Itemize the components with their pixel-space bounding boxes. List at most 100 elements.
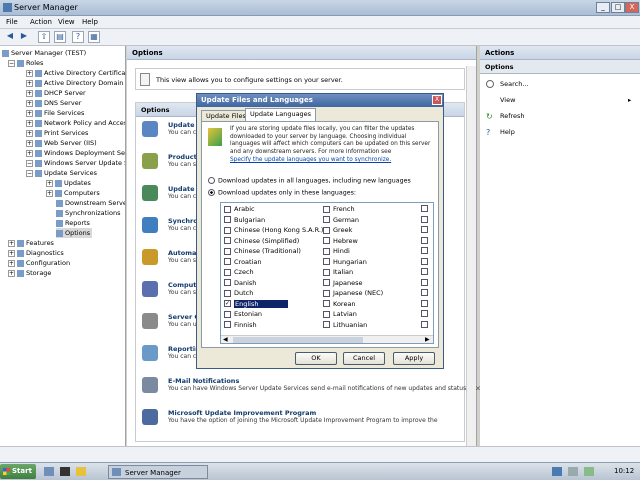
menu-file[interactable]: File	[6, 18, 18, 26]
menu-view[interactable]: View	[58, 18, 75, 26]
tree-role-item[interactable]: + Active Directory Domain Se	[26, 78, 125, 88]
tree-update-services[interactable]: − Update Services	[26, 168, 97, 178]
language-checkbox[interactable]	[421, 257, 428, 265]
language-checkbox[interactable]	[323, 226, 330, 234]
language-checkbox[interactable]	[421, 205, 428, 212]
properties-icon[interactable]: ▦	[88, 31, 100, 43]
language-item[interactable]: Japanese	[323, 278, 363, 288]
expand-icon[interactable]: +	[26, 89, 33, 97]
language-checkbox[interactable]	[323, 268, 330, 276]
tree-downstream[interactable]: Downstream Servers	[56, 198, 125, 208]
language-checkbox[interactable]	[421, 278, 428, 286]
language-item[interactable]: French	[323, 204, 355, 214]
expand-icon[interactable]: +	[26, 109, 33, 117]
show-tree-icon[interactable]: ▤	[54, 31, 66, 43]
action-view[interactable]: View	[500, 96, 515, 104]
language-checkbox[interactable]	[323, 279, 330, 286]
expand-icon[interactable]: +	[26, 79, 33, 87]
close-button[interactable]: X	[625, 2, 639, 13]
language-checkbox[interactable]	[224, 321, 231, 328]
cancel-button[interactable]: Cancel	[343, 352, 385, 365]
action-refresh[interactable]: Refresh	[500, 112, 525, 120]
tray-network-icon[interactable]	[552, 467, 562, 476]
forward-arrow-icon[interactable]: ▶	[18, 31, 30, 43]
language-checkbox[interactable]	[323, 310, 330, 318]
expand-icon[interactable]: +	[26, 69, 33, 77]
up-folder-icon[interactable]: ⇧	[38, 31, 50, 43]
language-checkbox[interactable]	[421, 247, 428, 254]
language-item[interactable]: Arabic	[224, 204, 255, 214]
expand-icon[interactable]: +	[26, 119, 33, 127]
tree-reports[interactable]: Reports	[56, 218, 90, 228]
tree-configuration[interactable]: + Configuration	[8, 258, 70, 268]
expand-icon[interactable]: +	[26, 129, 33, 137]
expand-icon[interactable]: +	[8, 259, 15, 267]
quicklaunch-console-icon[interactable]	[60, 467, 70, 476]
radio-only-languages[interactable]: Download updates only in these languages…	[208, 189, 356, 197]
language-checkbox[interactable]	[323, 321, 330, 328]
option-title[interactable]: Microsoft Update Improvement Program	[168, 409, 316, 417]
radio-only-languages-control[interactable]	[208, 189, 215, 196]
language-checkbox[interactable]	[224, 258, 231, 265]
scroll-left-icon[interactable]: ◀	[223, 336, 228, 343]
language-checkbox[interactable]	[323, 258, 330, 265]
language-item[interactable]: Korean	[323, 299, 356, 309]
language-checkbox[interactable]: ✓	[224, 300, 231, 307]
language-checkbox[interactable]	[323, 216, 330, 223]
language-checkbox[interactable]	[421, 215, 428, 223]
tree-role-item[interactable]: + File Services	[26, 108, 84, 118]
language-item[interactable]: Chinese (Simplified)	[224, 236, 299, 246]
tab-update-files[interactable]: Update Files	[201, 110, 251, 121]
language-checkbox[interactable]	[421, 310, 428, 317]
language-checkbox[interactable]	[224, 247, 231, 255]
language-checkbox[interactable]	[421, 299, 428, 307]
maximize-button[interactable]: □	[611, 2, 625, 13]
expand-icon[interactable]: +	[8, 269, 15, 277]
language-checkbox[interactable]	[323, 289, 330, 297]
action-search[interactable]: Search...	[500, 80, 529, 88]
tree-root[interactable]: Server Manager (TEST)	[2, 48, 86, 58]
tree-computers[interactable]: + Computers	[46, 188, 100, 198]
tree-role-item[interactable]: + Print Services	[26, 128, 88, 138]
center-scrollbar[interactable]	[466, 66, 476, 446]
language-item[interactable]: Latvian	[323, 309, 357, 319]
language-item[interactable]: Japanese (NEC)	[323, 288, 383, 298]
language-item[interactable]: Dutch	[224, 288, 253, 298]
expand-icon[interactable]: +	[26, 149, 33, 157]
collapse-icon[interactable]: −	[8, 59, 15, 67]
language-checkbox[interactable]	[323, 205, 330, 213]
tree-options[interactable]: Options	[56, 228, 93, 238]
language-checkbox[interactable]	[224, 237, 231, 244]
dialog-close-button[interactable]: X	[432, 95, 442, 105]
language-checkbox[interactable]	[421, 289, 428, 296]
language-item[interactable]: Chinese (Hong Kong S.A.R.)	[224, 225, 323, 235]
help-icon[interactable]: ?	[72, 31, 84, 43]
language-checkbox[interactable]	[421, 226, 428, 233]
radio-all-languages-control[interactable]	[208, 177, 215, 184]
scroll-right-icon[interactable]: ▶	[425, 336, 430, 343]
tree-roles[interactable]: − Roles	[8, 58, 43, 68]
expand-icon[interactable]: +	[46, 189, 53, 197]
expand-icon[interactable]: +	[26, 99, 33, 107]
tab-update-languages[interactable]: Update Languages	[245, 108, 317, 121]
language-item[interactable]: Lithuanian	[323, 320, 367, 330]
language-checkbox[interactable]	[224, 310, 231, 318]
tree-role-item[interactable]: + Web Server (IIS)	[26, 138, 97, 148]
option-title[interactable]: E-Mail Notifications	[168, 377, 239, 385]
expand-icon[interactable]: +	[8, 249, 15, 257]
collapse-icon[interactable]: −	[26, 169, 33, 177]
language-item[interactable]: Chinese (Traditional)	[224, 246, 301, 256]
tree-diagnostics[interactable]: + Diagnostics	[8, 248, 64, 258]
tree-role-item[interactable]: + Active Directory Certificate	[26, 68, 125, 78]
language-checkbox[interactable]	[323, 300, 330, 307]
language-checkbox[interactable]	[323, 247, 330, 255]
back-arrow-icon[interactable]: ◀	[4, 31, 16, 43]
apply-button[interactable]: Apply	[393, 352, 435, 365]
action-help[interactable]: Help	[500, 128, 515, 136]
language-item[interactable]: Finnish	[224, 320, 257, 330]
language-item[interactable]: Estonian	[224, 309, 262, 319]
language-item[interactable]: Hindi	[323, 246, 350, 256]
language-checkbox[interactable]	[421, 268, 428, 275]
language-item[interactable]: German	[323, 215, 359, 225]
language-item[interactable]: ✓ English	[224, 299, 289, 309]
